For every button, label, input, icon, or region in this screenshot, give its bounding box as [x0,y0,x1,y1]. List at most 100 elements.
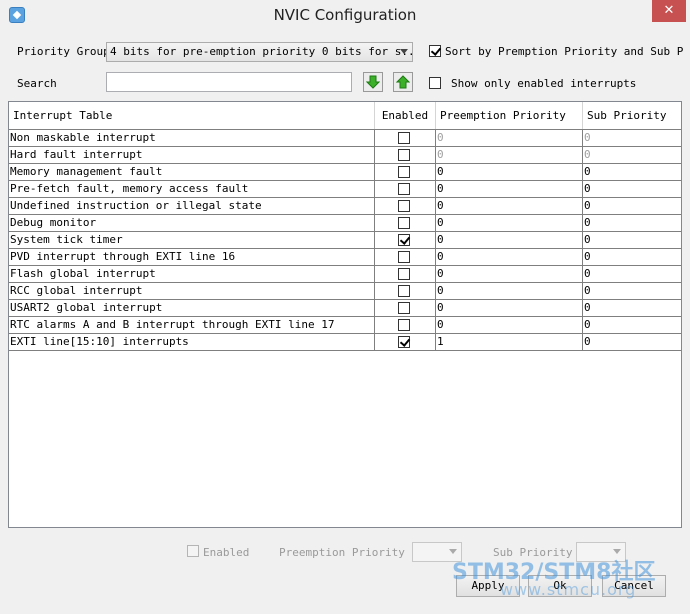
sub-priority-cell[interactable]: 0 [583,334,681,350]
enabled-checkbox[interactable] [398,268,410,280]
enabled-checkbox[interactable] [398,302,410,314]
preemption-priority-cell[interactable]: 0 [436,130,583,146]
column-header-preemption[interactable]: Preemption Priority [436,102,583,129]
column-header-interrupt[interactable]: Interrupt Table [9,102,375,129]
table-row[interactable]: RTC alarms A and B interrupt through EXT… [9,317,681,334]
column-header-sub-priority[interactable]: Sub Priority [583,102,681,129]
sub-priority-cell[interactable]: 0 [583,181,681,197]
move-up-button[interactable] [393,72,413,92]
enabled-cell [375,147,436,163]
sort-checkbox[interactable] [429,45,441,57]
arrow-up-icon [396,75,410,89]
chevron-down-icon [400,49,408,54]
preemption-priority-cell[interactable]: 0 [436,232,583,248]
preemption-priority-cell[interactable]: 0 [436,164,583,180]
table-body: Non maskable interrupt 0 0 Hard fault inter… [9,129,681,351]
sub-priority-cell[interactable]: 0 [583,232,681,248]
interrupt-name: Memory management fault [9,164,375,180]
interrupt-table: Interrupt Table Enabled Preemption Prior… [8,101,682,528]
interrupt-name: Pre-fetch fault, memory access fault [9,181,375,197]
table-row[interactable]: USART2 global interrupt 0 0 [9,300,681,317]
preemption-priority-cell[interactable]: 0 [436,249,583,265]
priority-group-label: Priority Group [17,45,110,58]
interrupt-name: Flash global interrupt [9,266,375,282]
enabled-cell [375,181,436,197]
show-enabled-label: Show only enabled interrupts [451,77,637,90]
column-header-enabled[interactable]: Enabled [375,102,436,129]
sub-priority-cell[interactable]: 0 [583,215,681,231]
enabled-cell [375,130,436,146]
enabled-cell [375,198,436,214]
sub-priority-cell[interactable]: 0 [583,266,681,282]
preemption-priority-cell[interactable]: 0 [436,283,583,299]
table-row[interactable]: PVD interrupt through EXTI line 16 0 0 [9,249,681,266]
enabled-cell [375,215,436,231]
table-header: Interrupt Table Enabled Preemption Prior… [9,102,681,129]
enabled-checkbox[interactable] [398,336,410,348]
enabled-checkbox[interactable] [398,234,410,246]
enabled-cell [375,232,436,248]
interrupt-name: Undefined instruction or illegal state [9,198,375,214]
sub-priority-cell[interactable]: 0 [583,147,681,163]
preemption-priority-cell[interactable]: 0 [436,198,583,214]
enabled-checkbox[interactable] [398,251,410,263]
enabled-checkbox[interactable] [398,319,410,331]
sub-priority-cell[interactable]: 0 [583,164,681,180]
enabled-cell [375,334,436,350]
enabled-checkbox[interactable] [398,183,410,195]
title-bar: NVIC Configuration ✕ [0,0,690,30]
sub-priority-cell[interactable]: 0 [583,130,681,146]
preemption-priority-cell[interactable]: 0 [436,317,583,333]
table-row[interactable]: Memory management fault 0 0 [9,164,681,181]
enabled-label-bottom: Enabled [203,546,250,559]
enabled-cell [375,283,436,299]
interrupt-name: Debug monitor [9,215,375,231]
table-row[interactable]: EXTI line[15:10] interrupts 1 0 [9,334,681,351]
enabled-checkbox-bottom[interactable] [187,545,199,557]
table-row[interactable]: Non maskable interrupt 0 0 [9,129,681,147]
enabled-checkbox[interactable] [398,285,410,297]
enabled-checkbox[interactable] [398,149,410,161]
priority-group-value: 4 bits for pre-emption priority 0 bits f… [110,45,413,58]
enabled-cell [375,249,436,265]
table-row[interactable]: Undefined instruction or illegal state 0 0 [9,198,681,215]
watermark-url: www.stmcu.org [500,580,637,599]
enabled-checkbox[interactable] [398,132,410,144]
table-row[interactable]: Hard fault interrupt 0 0 [9,147,681,164]
enabled-checkbox[interactable] [398,166,410,178]
interrupt-name: System tick timer [9,232,375,248]
preemption-priority-cell[interactable]: 0 [436,147,583,163]
table-row[interactable]: Pre-fetch fault, memory access fault 0 0 [9,181,681,198]
sub-priority-cell[interactable]: 0 [583,317,681,333]
table-row[interactable]: Flash global interrupt 0 0 [9,266,681,283]
preemption-priority-cell[interactable]: 0 [436,266,583,282]
enabled-cell [375,317,436,333]
sub-priority-cell[interactable]: 0 [583,198,681,214]
preemption-priority-cell[interactable]: 1 [436,334,583,350]
enabled-checkbox[interactable] [398,200,410,212]
table-row[interactable]: Debug monitor 0 0 [9,215,681,232]
priority-group-select[interactable]: 4 bits for pre-emption priority 0 bits f… [106,42,413,62]
move-down-button[interactable] [363,72,383,92]
sub-priority-cell[interactable]: 0 [583,249,681,265]
interrupt-name: RCC global interrupt [9,283,375,299]
sub-priority-cell[interactable]: 0 [583,300,681,316]
preemption-priority-cell[interactable]: 0 [436,300,583,316]
table-row[interactable]: System tick timer 0 0 [9,232,681,249]
interrupt-name: EXTI line[15:10] interrupts [9,334,375,350]
search-input[interactable] [106,72,352,92]
preemption-label-bottom: Preemption Priority [279,546,405,559]
table-row[interactable]: RCC global interrupt 0 0 [9,283,681,300]
enabled-checkbox[interactable] [398,217,410,229]
enabled-cell [375,266,436,282]
interrupt-name: Hard fault interrupt [9,147,375,163]
close-button[interactable]: ✕ [652,0,686,22]
enabled-cell [375,300,436,316]
preemption-priority-cell[interactable]: 0 [436,215,583,231]
arrow-down-icon [366,75,380,89]
interrupt-name: RTC alarms A and B interrupt through EXT… [9,317,375,333]
sub-priority-cell[interactable]: 0 [583,283,681,299]
sort-label: Sort by Premption Priority and Sub Prior [445,45,685,58]
show-enabled-checkbox[interactable] [429,77,441,89]
preemption-priority-cell[interactable]: 0 [436,181,583,197]
